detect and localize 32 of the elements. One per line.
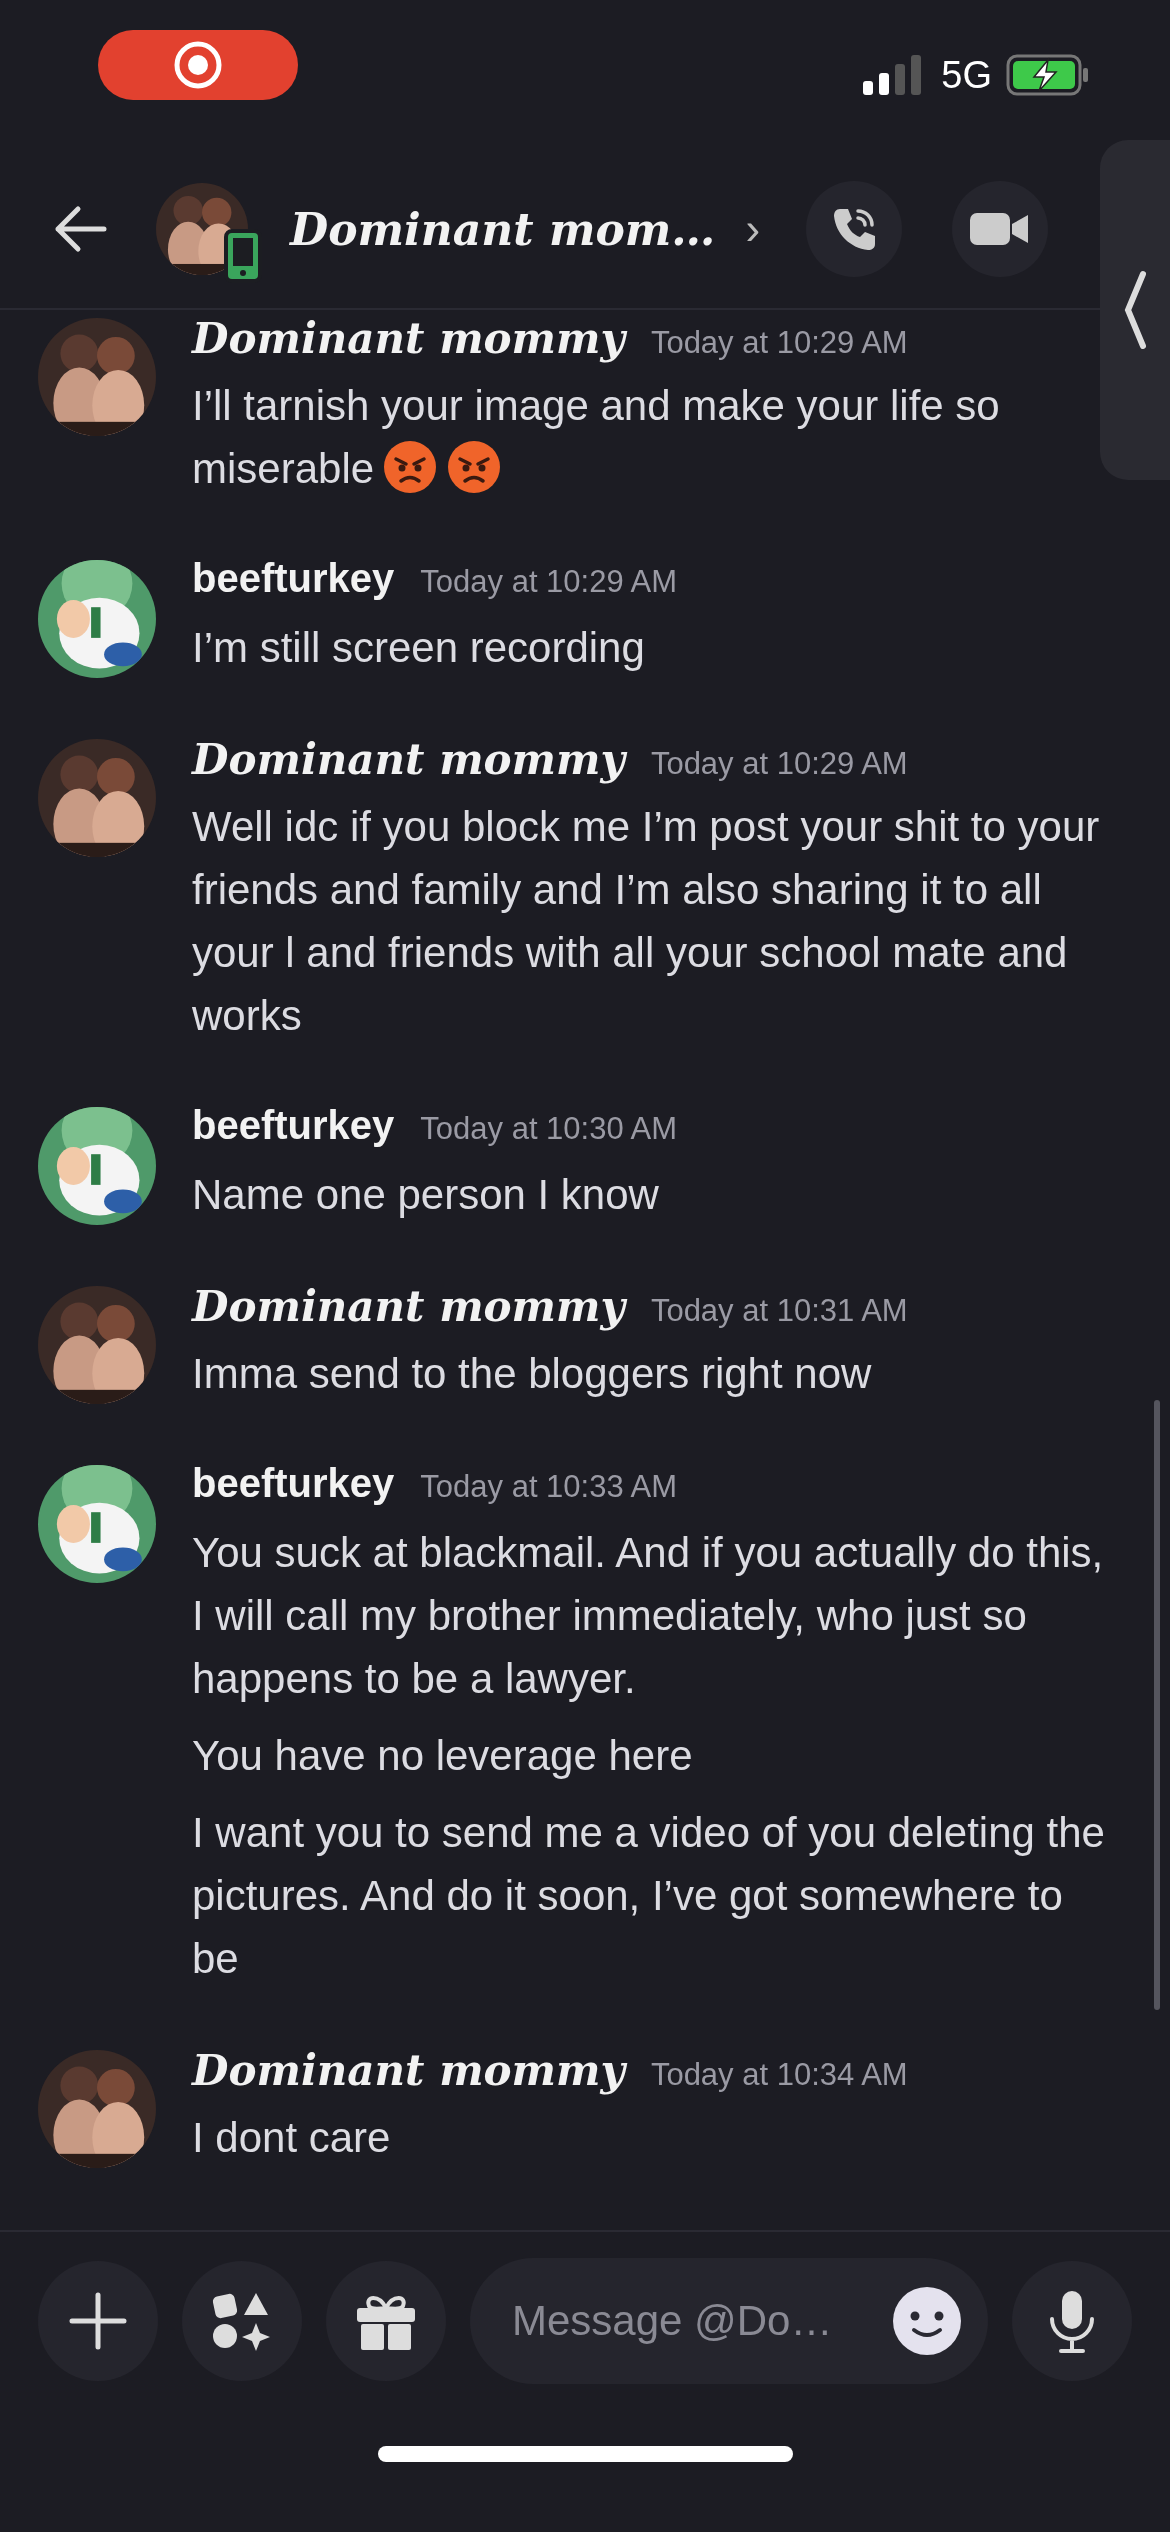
angry-face-icon: [382, 439, 439, 495]
microphone-icon: [1047, 2289, 1097, 2353]
username[interactable]: beefturkey: [192, 556, 395, 601]
message-text: I’m still screen recording: [192, 623, 646, 673]
plus-icon: [68, 2291, 128, 2351]
side-panel-handle[interactable]: [1100, 140, 1170, 480]
message-input[interactable]: Message @Do…: [470, 2258, 988, 2384]
message-text: I dont care: [192, 2113, 392, 2163]
username[interactable]: beefturkey: [192, 1461, 395, 1506]
message-text: Imma send to the bloggers right now: [192, 1349, 873, 1399]
message-text: Well idc if you block me I’m post your shit to your friends and family and I’m also sharing it to all your l and friends with all your school mate and works: [192, 802, 1101, 1041]
timestamp: Today at 10:34 AM: [650, 2057, 908, 2093]
battery-icon: [1006, 54, 1090, 96]
message-text: You have no leverage here: [192, 1731, 694, 1781]
timestamp: Today at 10:31 AM: [650, 1293, 908, 1329]
angry-face-icon: [446, 439, 503, 495]
scrollbar[interactable]: [1154, 1400, 1160, 2010]
message-text: Name one person I know: [192, 1170, 660, 1220]
network-type: 5G: [941, 53, 992, 97]
conversation-title[interactable]: Dominant mom…: [290, 203, 716, 255]
timestamp: Today at 10:29 AM: [420, 564, 678, 600]
chevron-left-icon: [1123, 270, 1147, 350]
timestamp: Today at 10:30 AM: [420, 1111, 678, 1147]
username[interactable]: beefturkey: [192, 1103, 395, 1148]
smiley-icon[interactable]: [892, 2286, 962, 2356]
message-text: You suck at blackmail. And if you actually do this, I will call my brother immediately, who just so happens to be a lawyer.: [192, 1528, 1105, 1704]
message-text: I want you to send me a video of you deleting the pictures. And do it soon, I’ve got somewhere to be: [192, 1808, 1106, 1984]
timestamp: Today at 10:29 AM: [650, 746, 908, 782]
timestamp: Today at 10:29 AM: [650, 325, 908, 361]
record-icon: [172, 39, 224, 91]
timestamp: Today at 10:33 AM: [420, 1469, 678, 1505]
chevron[interactable]: ›: [745, 204, 761, 254]
